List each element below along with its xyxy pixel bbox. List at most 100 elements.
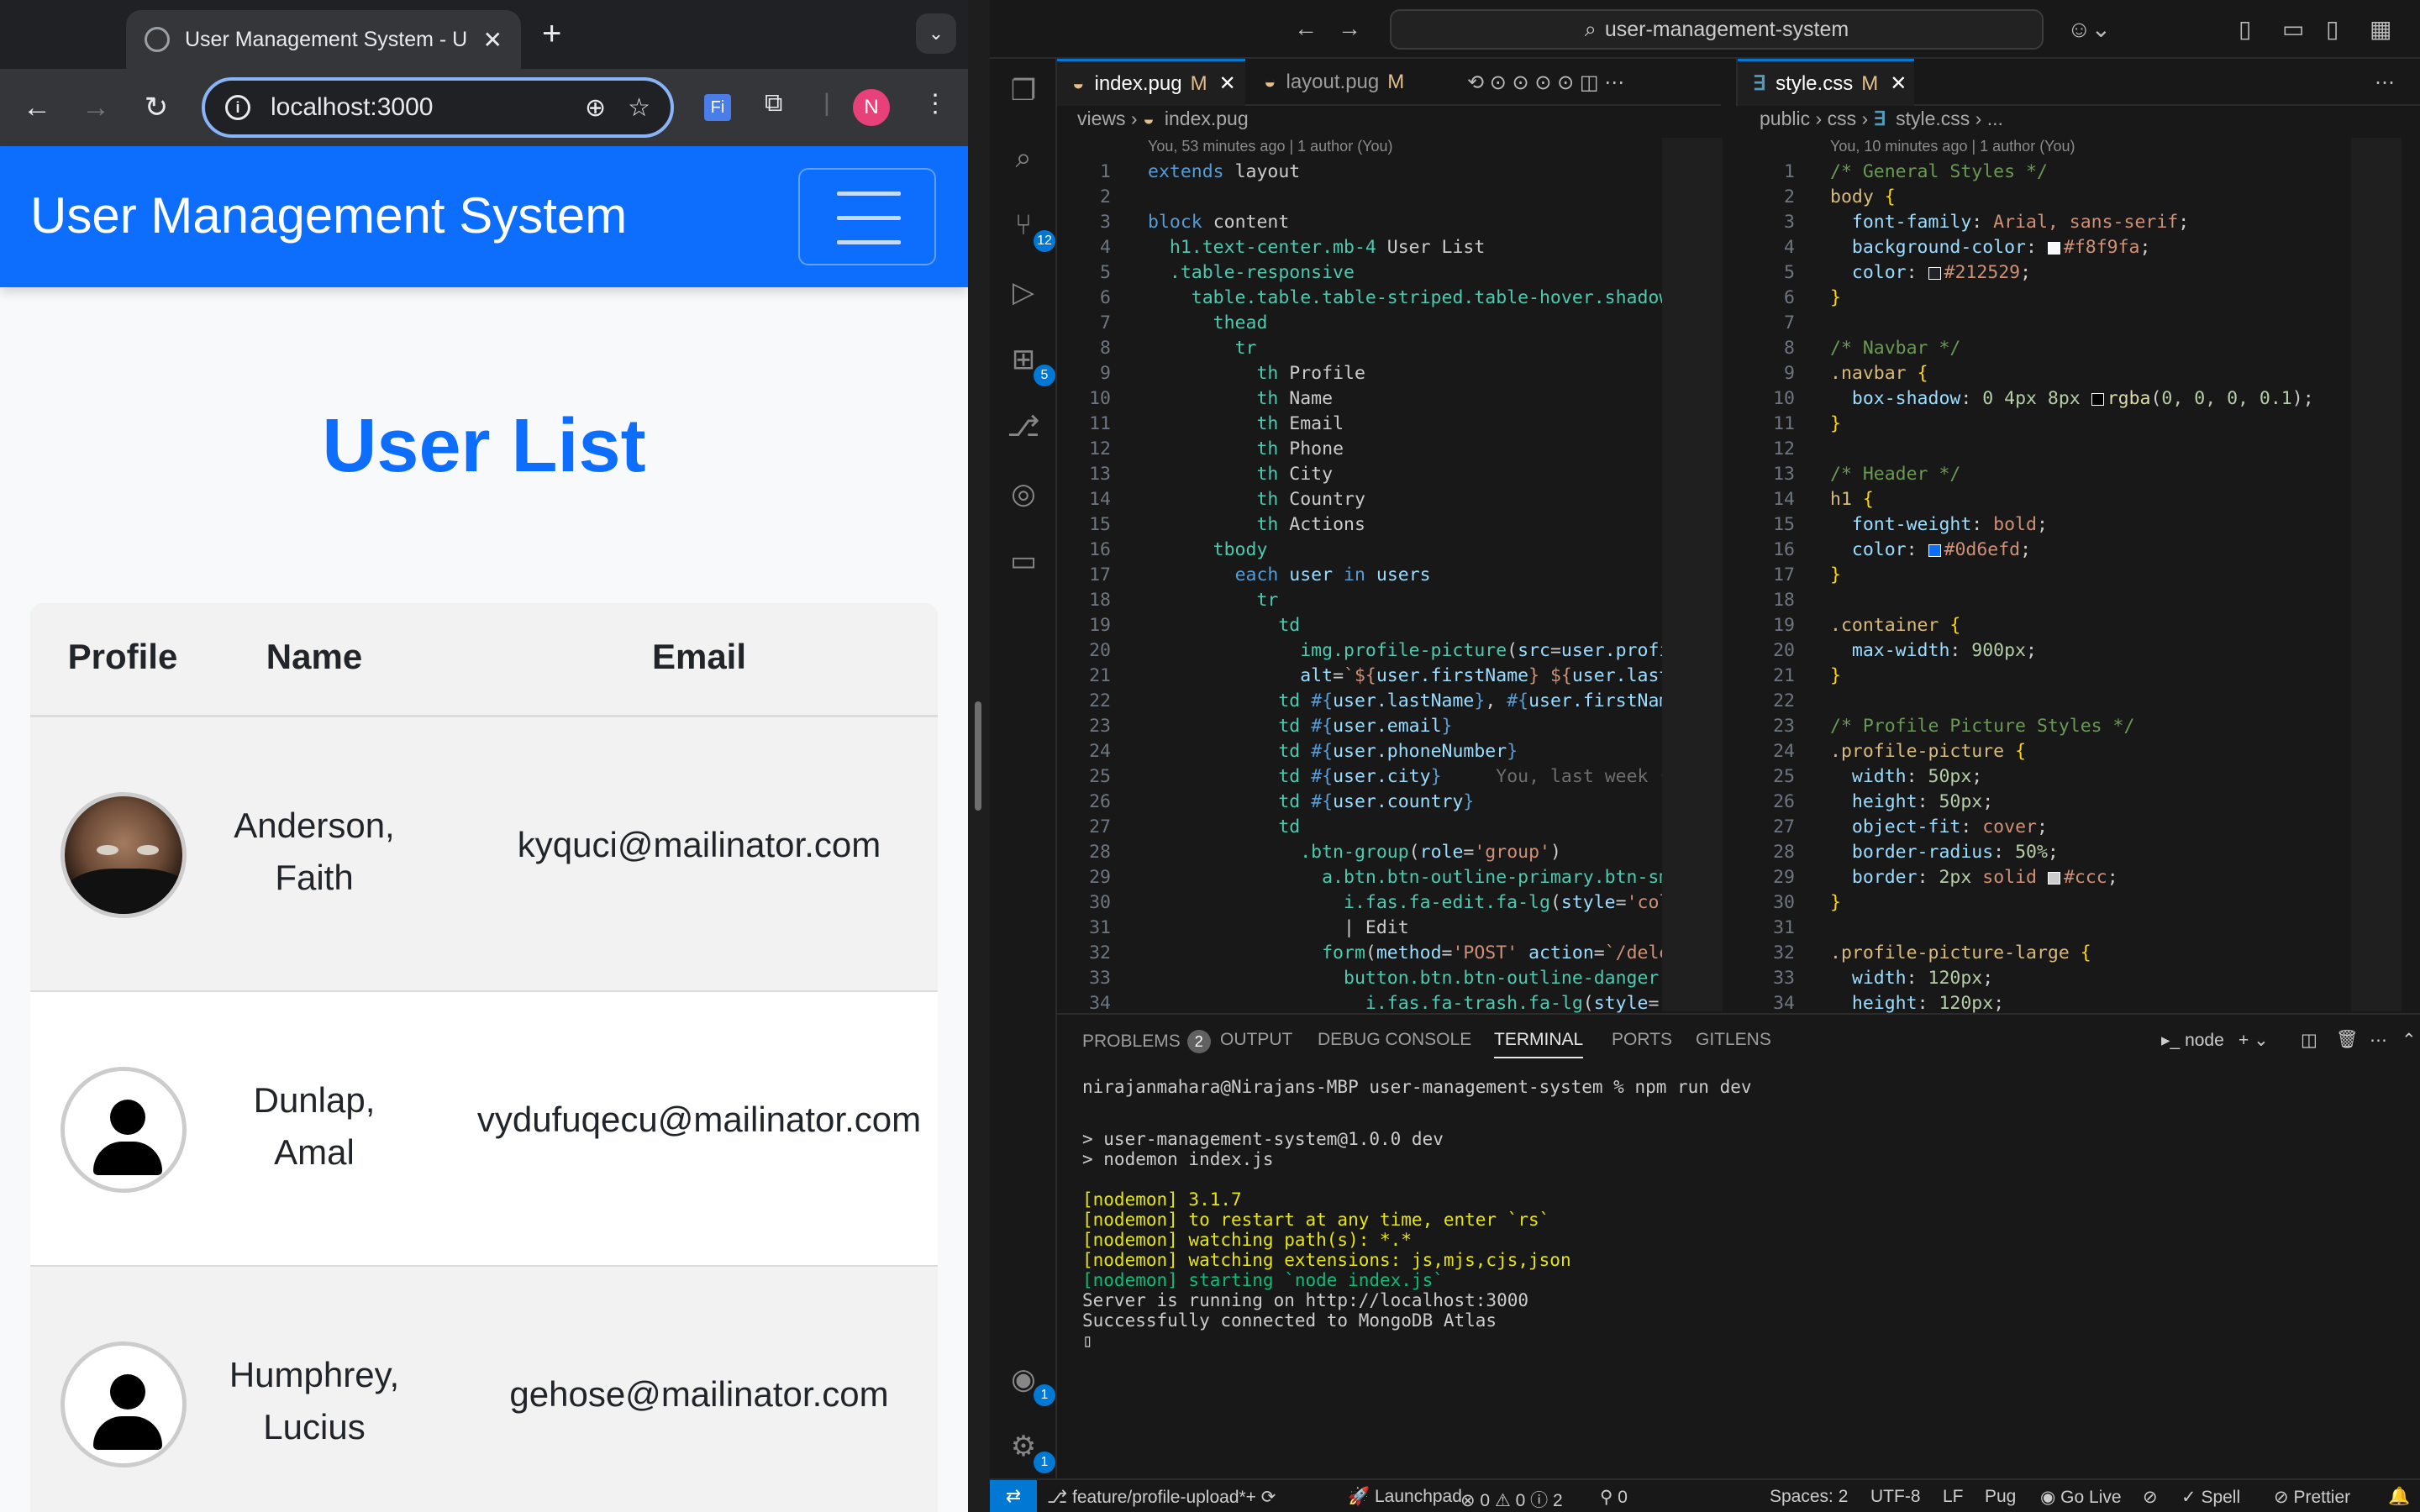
indentation-indicator[interactable]: Spaces: 2: [1770, 1487, 1848, 1507]
tab-style-css[interactable]: ∃ style.css M ✕: [1738, 59, 1914, 106]
close-tab-icon[interactable]: ✕: [483, 26, 502, 54]
breadcrumb-item[interactable]: public: [1760, 108, 1810, 129]
prettier-indicator[interactable]: ⊘ Prettier: [2274, 1487, 2350, 1508]
panel-tab-problems[interactable]: PROBLEMS 2: [1082, 1030, 1211, 1053]
chrome-menu-icon[interactable]: ⋮: [923, 89, 948, 118]
command-center[interactable]: ⌕ user-management-system: [1390, 9, 2044, 50]
profile-avatar[interactable]: N: [853, 89, 890, 126]
extensions-puzzle-icon[interactable]: ⧉: [765, 89, 782, 118]
encoding-indicator[interactable]: UTF-8: [1870, 1487, 1921, 1507]
editor-actions[interactable]: ⟲ ⊙ ⊙ ⊙ ⊙ ◫ ⋯: [1452, 59, 1639, 106]
source-control-icon[interactable]: ⑂ 12: [1005, 207, 1055, 252]
extensions-icon[interactable]: ⊞ 5: [1005, 341, 1055, 386]
tab-layout-pug[interactable]: ◒ layout.pug M: [1249, 59, 1442, 106]
maximize-panel-icon[interactable]: ⌃: [2402, 1030, 2417, 1051]
breadcrumb-item[interactable]: style.css: [1896, 108, 1970, 129]
panel-tab-ports[interactable]: PORTS: [1612, 1030, 1672, 1050]
chat-icon[interactable]: ▭: [1005, 543, 1042, 580]
panel-tab-gitlens[interactable]: GITLENS: [1696, 1030, 1771, 1050]
manage-gear-icon[interactable]: ⚙ 1: [1005, 1428, 1055, 1473]
branch-indicator[interactable]: ⎇ feature/profile-upload*+ ⟳: [1047, 1487, 1276, 1508]
url-text: localhost:3000: [271, 93, 434, 121]
toggle-panel-icon[interactable]: ▭: [2282, 15, 2304, 43]
nav-back-icon[interactable]: ←: [1294, 15, 1318, 42]
codelens-blame[interactable]: You, 53 minutes ago | 1 author (You): [1148, 138, 1393, 155]
name-line: Anderson,: [234, 806, 395, 845]
title-bar: ← → ⌕ user-management-system ☺⌄ ▯ ▭ ▯ ▦: [990, 0, 2420, 59]
modified-indicator: M: [1387, 71, 1405, 93]
spell-indicator[interactable]: ✓ Spell: [2181, 1487, 2240, 1508]
copilot-status-icon[interactable]: ⊘: [2143, 1487, 2158, 1508]
accounts-badge: 1: [1034, 1384, 1055, 1406]
back-icon[interactable]: ←: [17, 87, 57, 128]
browser-window: User Management System - U ✕ + ⌄ ← → ↻ i…: [0, 0, 968, 1512]
panel-tab-terminal[interactable]: TERMINAL: [1494, 1030, 1584, 1058]
minimap[interactable]: [1662, 138, 1723, 1011]
notifications-icon[interactable]: 🔔: [2388, 1487, 2410, 1507]
accounts-icon[interactable]: ◉ 1: [1005, 1361, 1055, 1406]
split-terminal-icon[interactable]: ◫: [2301, 1030, 2317, 1051]
language-mode[interactable]: Pug: [1985, 1487, 2016, 1507]
extensions-badge: 5: [1034, 365, 1055, 386]
breadcrumb-item[interactable]: views: [1077, 108, 1126, 129]
navbar-brand[interactable]: User Management System: [30, 186, 627, 244]
remote-indicator-icon[interactable]: ⇄: [990, 1480, 1037, 1512]
site-info-icon[interactable]: i: [225, 95, 250, 120]
problems-indicator[interactable]: ⊗ 0 ⚠ 0 ⓘ 2: [1460, 1487, 1563, 1512]
nav-forward-icon[interactable]: →: [1338, 15, 1361, 42]
reload-icon[interactable]: ↻: [136, 87, 176, 128]
new-terminal-button[interactable]: + ⌄: [2238, 1030, 2269, 1051]
manage-badge: 1: [1034, 1452, 1055, 1473]
terminal-line: [nodemon] starting `node index.js`: [1082, 1270, 1444, 1290]
copilot-icon[interactable]: ☺⌄: [2067, 15, 2111, 43]
scrollbar-thumb[interactable]: [975, 701, 981, 811]
tab-index-pug[interactable]: ◒ index.pug M ✕: [1057, 59, 1245, 106]
breadcrumb-item[interactable]: ...: [1987, 108, 2003, 129]
more-icon[interactable]: ⋯: [2370, 1030, 2387, 1051]
code-editor-css[interactable]: /* General Styles */ body { font-family:…: [1830, 160, 2351, 1016]
new-tab-button[interactable]: +: [542, 13, 561, 54]
browser-toolbar: ← → ↻ i localhost:3000 ⊕ ☆ Fi ⧉ | ⋮: [0, 69, 968, 146]
git-graph-icon[interactable]: ⎇: [1005, 408, 1042, 445]
codelens-blame[interactable]: You, 10 minutes ago | 1 author (You): [1830, 138, 2075, 155]
terminal-selector[interactable]: ▸_ node: [2161, 1030, 2224, 1051]
panel-tab-debug-console[interactable]: DEBUG CONSOLE: [1318, 1030, 1471, 1050]
minimap[interactable]: [2351, 138, 2402, 1011]
forward-icon[interactable]: →: [76, 87, 116, 128]
zoom-icon[interactable]: ⊕: [585, 93, 606, 123]
run-debug-icon[interactable]: ▷: [1005, 274, 1042, 311]
tab-search-button[interactable]: ⌄: [916, 13, 956, 54]
address-bar[interactable]: i localhost:3000 ⊕ ☆: [202, 77, 674, 138]
eol-indicator[interactable]: LF: [1943, 1487, 1964, 1507]
explorer-icon[interactable]: ❐: [1005, 72, 1042, 109]
browser-tab[interactable]: User Management System - U ✕: [126, 10, 521, 69]
translate-extension-icon[interactable]: Fi: [704, 94, 731, 121]
more-actions-icon[interactable]: ⋯: [2360, 59, 2410, 106]
breadcrumb-item[interactable]: css: [1828, 108, 1857, 129]
panel-tab-output[interactable]: OUTPUT: [1220, 1030, 1292, 1050]
customize-layout-icon[interactable]: ▦: [2370, 15, 2391, 43]
broadcast-icon: ◉: [2040, 1488, 2061, 1507]
person-body: [93, 1142, 162, 1175]
bookmark-star-icon[interactable]: ☆: [628, 93, 650, 123]
remote-explorer-icon[interactable]: ◎: [1005, 475, 1042, 512]
toggle-secondary-sidebar-icon[interactable]: ▯: [2326, 15, 2338, 43]
go-live-button[interactable]: ◉ Go Live: [2040, 1487, 2122, 1508]
navbar-toggler-button[interactable]: [798, 168, 936, 265]
close-icon[interactable]: ✕: [1219, 71, 1236, 96]
launchpad-item[interactable]: 🚀 Launchpad: [1348, 1487, 1462, 1507]
search-icon[interactable]: ⌕: [1005, 139, 1042, 176]
terminal-line: Server is running on http://localhost:30…: [1082, 1290, 1529, 1310]
user-email: gehose@mailinator.com: [509, 1374, 889, 1414]
breadcrumb-item[interactable]: index.pug: [1165, 108, 1249, 129]
default-person-icon: [60, 1341, 187, 1467]
name-line: Amal: [274, 1132, 355, 1172]
close-icon[interactable]: ✕: [1890, 71, 1907, 96]
user-email: kyquci@mailinator.com: [517, 825, 881, 864]
terminal-output[interactable]: nirajanmahara@Nirajans-MBP user-manageme…: [1082, 1077, 1752, 1351]
trash-icon[interactable]: 🗑: [2336, 1030, 2359, 1050]
toggle-sidebar-icon[interactable]: ▯: [2238, 15, 2251, 43]
ports-indicator[interactable]: ⚲ 0: [1600, 1487, 1628, 1508]
user-name: Humphrey, Lucius: [198, 1349, 430, 1453]
spell-label: Spell: [2201, 1488, 2241, 1507]
